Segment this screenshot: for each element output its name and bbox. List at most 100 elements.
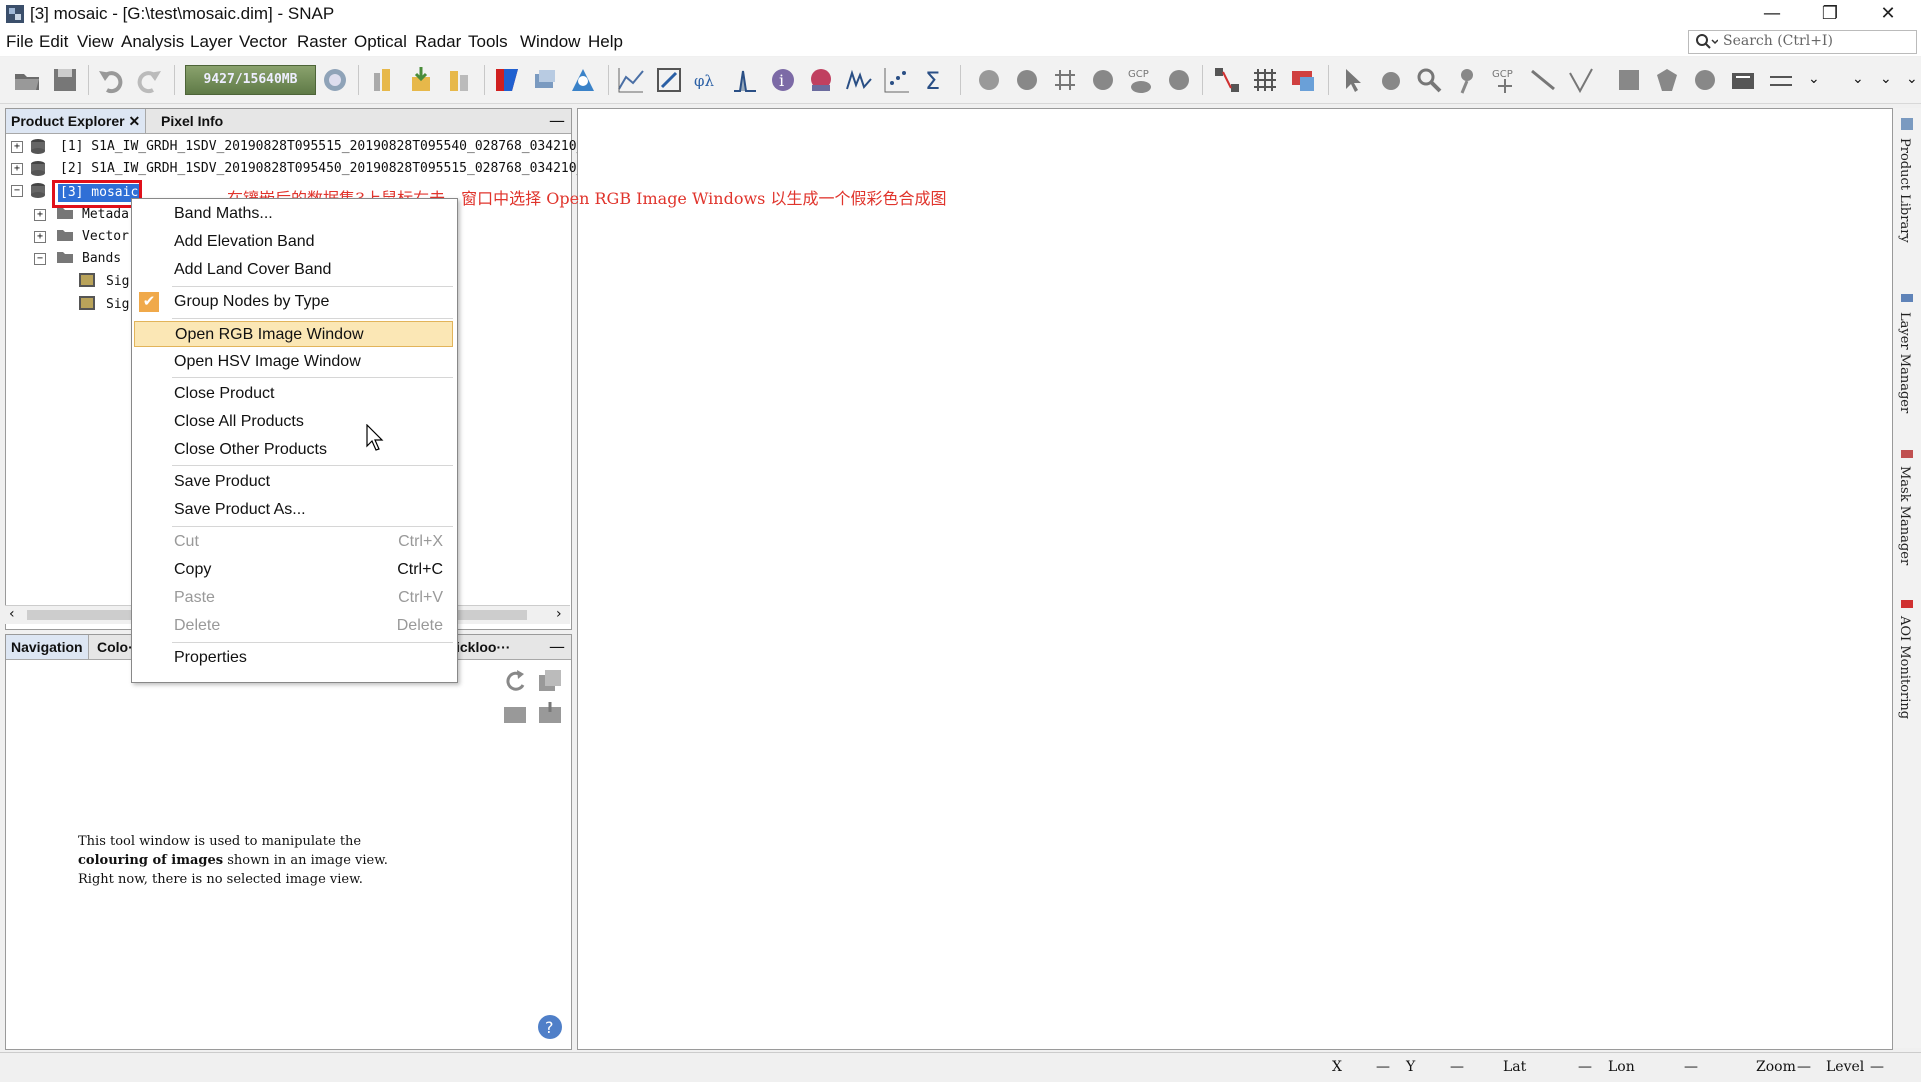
chevron-down-icon-2[interactable]: ⌄ [1852,71,1864,87]
tab-quicklook[interactable]: ickloo··· [451,635,515,659]
export-colour-icon[interactable] [536,699,564,727]
image-view-area[interactable] [577,108,1893,1050]
polygon-draw-icon[interactable] [1652,65,1682,95]
tab-pixel-info[interactable]: Pixel Info [156,109,228,133]
import-vector-icon[interactable] [406,65,436,95]
profile-plot-icon[interactable] [844,65,874,95]
menu-vector[interactable]: Vector [239,32,287,52]
memory-indicator[interactable]: 9427/15640MB [185,65,316,95]
chevron-down-icon-4[interactable]: ⌄ [1906,71,1918,87]
layer-tool-icon[interactable] [974,65,1004,95]
menu-item-paste[interactable]: Paste Ctrl+V [134,585,453,611]
reset-icon[interactable] [501,667,529,695]
statistics-icon[interactable]: Σ [920,65,950,95]
gcp-tool-icon[interactable]: GCP [1490,65,1520,95]
line-draw-icon[interactable] [1528,65,1558,95]
map-tool-icon[interactable] [1288,65,1318,95]
tab-navigation[interactable]: Navigation [6,635,89,659]
menu-item-add-elevation-band[interactable]: Add Elevation Band [134,229,453,255]
menu-item-close-product[interactable]: Close Product [134,381,453,407]
bands-node[interactable]: Bands [82,249,121,269]
menu-layer[interactable]: Layer [190,32,233,52]
world-view-icon[interactable] [568,65,598,95]
minimize-panel-icon[interactable]: — [549,109,565,133]
expand-icon[interactable]: + [11,163,23,175]
network-icon[interactable] [1212,65,1242,95]
stack-icon[interactable] [530,65,560,95]
help-icon[interactable]: ? [536,1013,564,1041]
grid-tool-icon[interactable] [1250,65,1280,95]
line-plot-icon[interactable] [616,65,646,95]
menu-item-save-product[interactable]: Save Product [134,469,453,495]
minimize-panel-icon[interactable]: — [549,635,565,659]
menu-edit[interactable]: Edit [39,32,68,52]
gcp-icon[interactable]: GCP [1126,65,1156,95]
tool-icon-2[interactable] [1012,65,1042,95]
spectrum-icon[interactable]: φλ [692,65,722,95]
tool-icon-6[interactable] [1164,65,1194,95]
chevron-down-icon-3[interactable]: ⌄ [1880,71,1892,87]
menu-optical[interactable]: Optical [354,32,407,52]
import-raster-icon[interactable] [368,65,398,95]
export-icon[interactable] [444,65,474,95]
collapse-icon[interactable]: − [11,185,23,197]
information-icon[interactable]: i [768,65,798,95]
menu-radar[interactable]: Radar [415,32,461,52]
menu-item-open-hsv-image-window[interactable]: Open HSV Image Window [134,349,453,375]
product-1[interactable]: [1] S1A_IW_GRDH_1SDV_20190828T095515_201… [60,137,592,157]
side-tab-mask-manager[interactable]: Mask Manager [1897,466,1912,565]
product-2[interactable]: [2] S1A_IW_GRDH_1SDV_20190828T095450_201… [60,159,592,179]
close-window-button[interactable]: ✕ [1859,0,1917,28]
tool-icon-4[interactable] [1088,65,1118,95]
menu-item-band-maths[interactable]: Band Maths... [134,201,453,227]
pan-tool-icon[interactable] [1376,65,1406,95]
search-input[interactable]: Search (Ctrl+I) [1688,30,1917,54]
save-product-icon[interactable] [50,65,80,95]
select-tool-icon[interactable] [1338,65,1368,95]
menu-tools[interactable]: Tools [468,32,508,52]
side-tab-product-library[interactable]: Product Library [1897,138,1912,243]
edit-icon[interactable] [654,65,684,95]
ruler-icon[interactable] [1766,65,1796,95]
band-item[interactable]: Sig [106,295,129,315]
scroll-left-icon[interactable]: ‹ [9,606,15,622]
band-item[interactable]: Sig [106,272,129,292]
ellipse-draw-icon[interactable] [1690,65,1720,95]
menu-item-close-other-products[interactable]: Close Other Products [134,437,453,463]
side-tab-layer-manager[interactable]: Layer Manager [1897,312,1912,413]
polyline-draw-icon[interactable] [1566,65,1596,95]
menu-item-group-nodes-by-type[interactable]: ✔ Group Nodes by Type [134,289,453,315]
menu-help[interactable]: Help [588,32,623,52]
pin-tool-icon[interactable] [1452,65,1482,95]
menu-item-delete[interactable]: Delete Delete [134,613,453,639]
menu-analysis[interactable]: Analysis [121,32,184,52]
menu-item-cut[interactable]: Cut Ctrl+X [134,529,453,555]
menu-item-open-rgb-image-window[interactable]: Open RGB Image Window [134,321,453,347]
open-product-icon[interactable] [12,65,42,95]
rectangle-draw-icon[interactable] [1614,65,1644,95]
redo-icon[interactable] [134,65,164,95]
expand-icon[interactable]: + [34,231,46,243]
restore-button[interactable]: ❐ [1801,0,1859,28]
menu-raster[interactable]: Raster [297,32,347,52]
multi-apply-icon[interactable] [536,667,564,695]
minimize-button[interactable]: — [1743,0,1801,28]
menu-file[interactable]: File [6,32,33,52]
close-icon[interactable]: ✕ [128,113,140,129]
expand-icon[interactable]: + [11,141,23,153]
vector-node[interactable]: Vector [82,227,129,247]
menu-item-add-land-cover-band[interactable]: Add Land Cover Band [134,257,453,283]
garbage-collect-icon[interactable] [320,65,350,95]
graticule-icon[interactable] [1050,65,1080,95]
range-finder-icon[interactable] [1728,65,1758,95]
menu-item-close-all-products[interactable]: Close All Products [134,409,453,435]
chevron-down-icon[interactable]: ⌄ [1808,71,1820,87]
zoom-tool-icon[interactable] [1414,65,1444,95]
side-tab-aoi-monitoring[interactable]: AOI Monitoring [1897,616,1912,719]
menu-window[interactable]: Window [520,32,580,52]
analysis-icon[interactable] [806,65,836,95]
rgb-image-icon[interactable] [492,65,522,95]
collapse-icon[interactable]: − [34,253,46,265]
import-icon[interactable] [501,699,529,727]
tab-product-explorer[interactable]: Product Explorer ✕ [6,109,147,133]
